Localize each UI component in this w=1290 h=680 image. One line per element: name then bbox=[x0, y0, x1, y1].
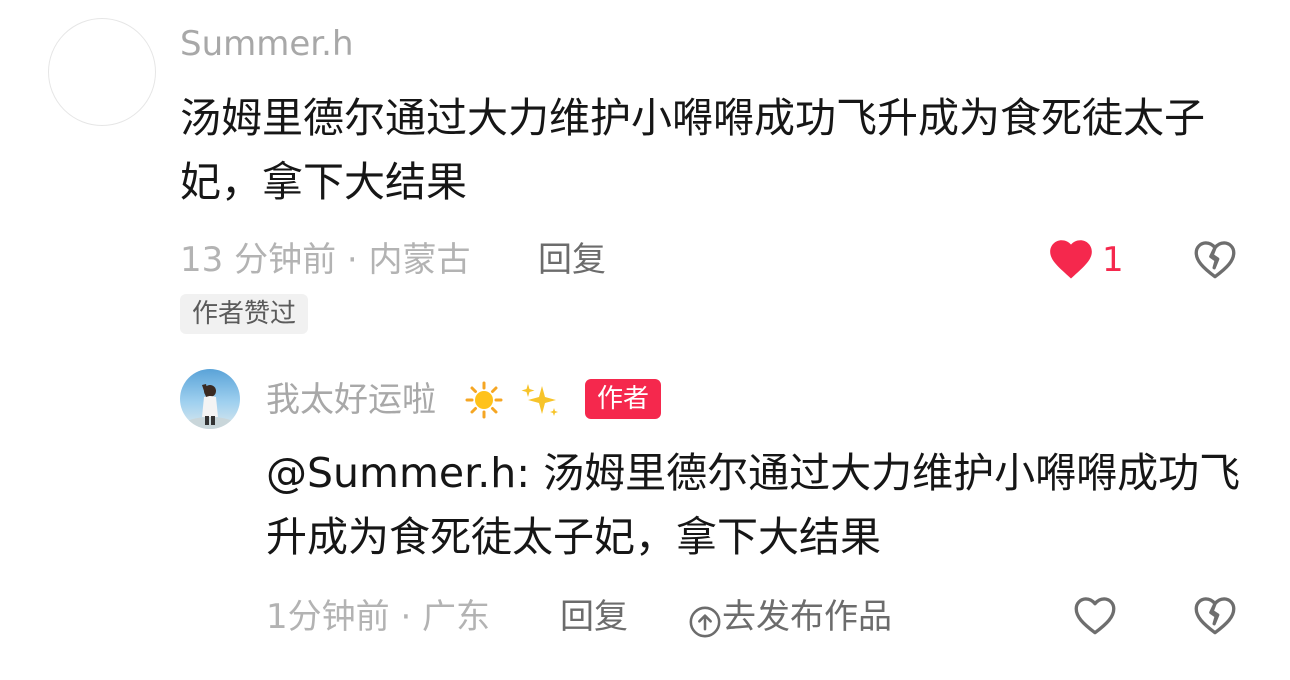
reply-dislike-button[interactable] bbox=[1190, 590, 1240, 640]
sparkles-emoji-icon bbox=[518, 380, 562, 420]
reply-mention[interactable]: @Summer.h: bbox=[266, 449, 530, 497]
reply-time-location: 1分钟前 · 广东 bbox=[266, 597, 491, 637]
reply-reply-button[interactable]: 回复 bbox=[560, 597, 628, 637]
author-badge: 作者 bbox=[585, 379, 662, 419]
publish-work-label: 去发布作品 bbox=[722, 597, 892, 637]
comment-dislike-button[interactable] bbox=[1190, 234, 1240, 284]
commenter-avatar[interactable] bbox=[48, 18, 156, 126]
broken-heart-icon bbox=[1194, 597, 1236, 635]
comment-like-count: 1 bbox=[1102, 240, 1124, 280]
comment-like-button[interactable] bbox=[1046, 234, 1096, 284]
heart-outline-icon bbox=[1074, 597, 1116, 635]
commenter-username[interactable]: Summer.h bbox=[180, 24, 354, 64]
reply-like-button[interactable] bbox=[1070, 590, 1120, 640]
broken-heart-icon bbox=[1194, 241, 1236, 279]
comment-reply-button[interactable]: 回复 bbox=[538, 240, 606, 280]
publish-work-button[interactable]: 去发布作品 bbox=[688, 597, 892, 637]
replier-avatar[interactable] bbox=[180, 369, 240, 429]
comment-text[interactable]: 汤姆里德尔通过大力维护小嘚嘚成功飞升成为食死徒太子妃，拿下大结果 bbox=[180, 86, 1250, 214]
heart-filled-icon bbox=[1050, 240, 1092, 279]
replier-username[interactable]: 我太好运啦 bbox=[266, 380, 436, 420]
comment-time-location: 13 分钟前 · 内蒙古 bbox=[180, 240, 471, 280]
sun-emoji-icon bbox=[462, 380, 506, 420]
author-liked-tag: 作者赞过 bbox=[180, 294, 309, 334]
upload-circle-icon bbox=[689, 606, 721, 637]
avatar-photo bbox=[184, 384, 236, 429]
reply-text[interactable]: @Summer.h: 汤姆里德尔通过大力维护小嘚嘚成功飞升成为食死徒太子妃，拿下… bbox=[266, 441, 1256, 569]
